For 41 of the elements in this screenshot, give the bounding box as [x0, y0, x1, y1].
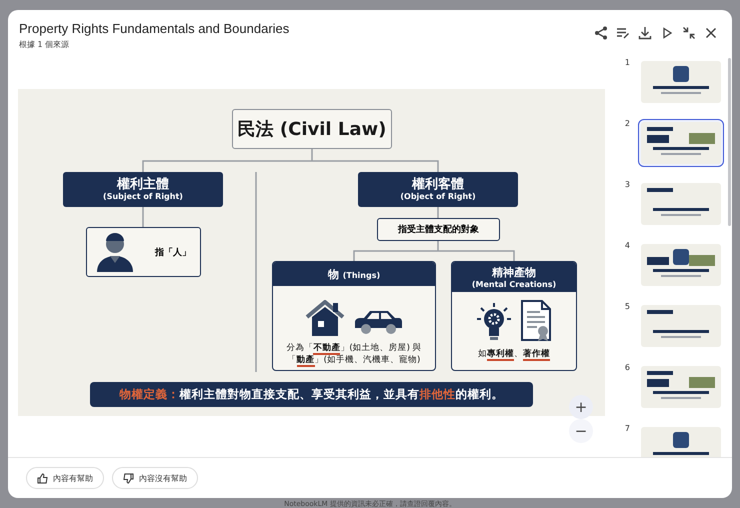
person-icon [95, 232, 135, 272]
feedback-button[interactable]: 內容沒有幫助 [112, 467, 198, 489]
download-icon[interactable] [638, 26, 652, 40]
edit-list-icon[interactable] [616, 26, 630, 40]
connector-line [142, 207, 144, 227]
definition-text: 物權定義：權利主體對物直接支配、享受其利益，並具有排他性的權利。 [120, 387, 504, 402]
lightbulb-gear-icon [476, 302, 512, 342]
close-icon[interactable] [704, 26, 718, 40]
slide-number: 3 [624, 180, 630, 189]
slide-number: 7 [624, 424, 630, 433]
thumbs-down-icon [123, 472, 134, 484]
slide-number: 1 [624, 58, 630, 67]
certificate-icon [520, 300, 552, 342]
car-icon [353, 308, 403, 336]
card-text: 分為「不動產」(如土地、房屋) 與 [286, 342, 422, 354]
object-note: 指受主體支配的對象 [377, 218, 500, 241]
slide-number: 6 [624, 363, 630, 372]
person-label: 指「人」 [155, 246, 191, 258]
card-title: 物 (Things) [328, 266, 380, 282]
window-title: Property Rights Fundamentals and Boundaries [19, 21, 290, 36]
header-subtitle: (Object of Right) [400, 192, 476, 202]
root-node: 民法 (Civil Law) [232, 109, 392, 149]
card-text: 如專利權、著作權 [478, 348, 550, 360]
slide-number: 5 [624, 302, 630, 311]
house-icon [305, 300, 345, 336]
source-count: 根據 1 個來源 [19, 39, 70, 50]
card-title: 精神產物 [492, 265, 536, 280]
share-icon[interactable] [594, 26, 608, 40]
header-title: 權利主體 [117, 178, 169, 192]
connector-line [437, 207, 439, 218]
slide-number: 2 [624, 119, 630, 128]
card-text: 「動產」(如手機、汽機車、寵物) [288, 354, 420, 367]
slide-number: 4 [624, 241, 630, 250]
thumbs-up-icon [37, 472, 48, 484]
zoom-out-button[interactable]: − [569, 419, 593, 443]
collapse-icon[interactable] [682, 26, 696, 40]
header-title: 權利客體 [412, 178, 464, 192]
feedback-button[interactable]: 內容有幫助 [26, 467, 104, 489]
card-subtitle: (Mental Creations) [472, 280, 556, 289]
zoom-in-button[interactable]: + [569, 395, 593, 419]
header-subtitle: (Subject of Right) [103, 192, 183, 202]
